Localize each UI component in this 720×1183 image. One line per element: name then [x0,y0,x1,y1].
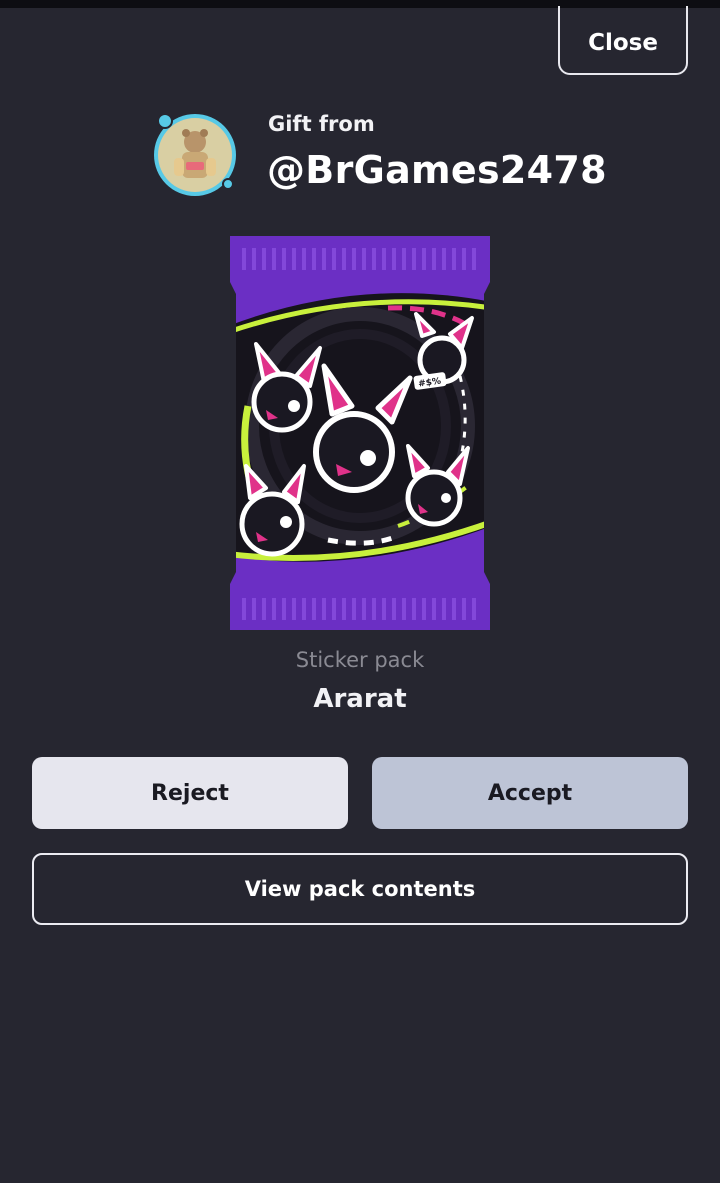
accept-button[interactable]: Accept [372,757,688,829]
pack-type-label: Sticker pack [295,648,425,672]
sender-avatar[interactable] [152,112,238,198]
avatar-image [154,113,236,196]
close-button[interactable]: Close [558,6,688,75]
view-pack-contents-button[interactable]: View pack contents [32,853,688,925]
sticker-pack-illustration: #$% [230,236,490,630]
sticker-pack-image[interactable]: #$% [228,236,492,630]
sender-username[interactable]: @BrGames2478 [267,148,607,192]
reject-button[interactable]: Reject [32,757,348,829]
gift-from-label: Gift from [268,112,375,136]
pack-name: Ararat [313,684,407,714]
